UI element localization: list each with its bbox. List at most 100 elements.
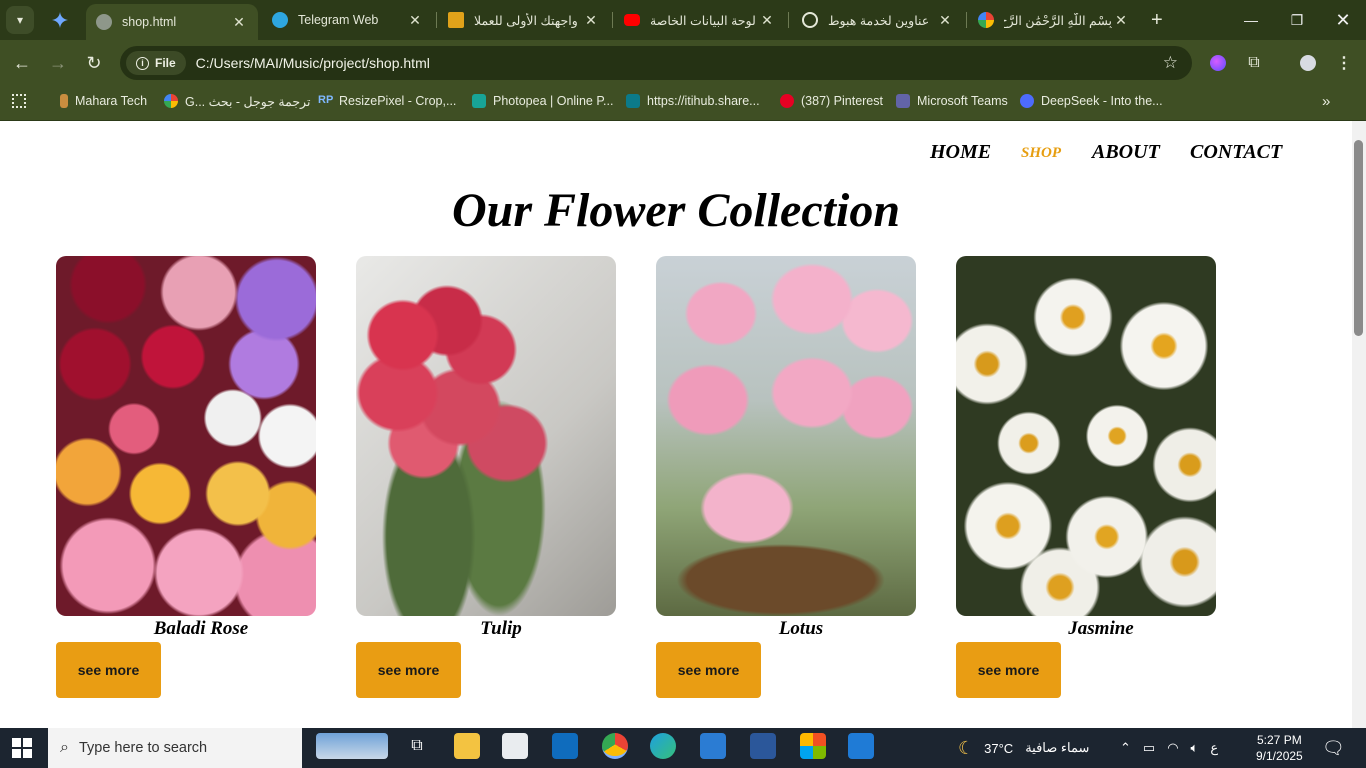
outlook-icon[interactable]: [552, 733, 578, 759]
bookmark-deepseek[interactable]: DeepSeek - Into the...: [1020, 92, 1163, 110]
edge-icon[interactable]: [650, 733, 676, 759]
nav-about-link[interactable]: ABOUT: [1092, 141, 1160, 164]
product-name: Jasmine: [1068, 618, 1134, 639]
video-editor-icon[interactable]: [848, 733, 874, 759]
product-name: Lotus: [778, 618, 824, 639]
clock[interactable]: 5:27 PM 9/1/2025: [1256, 728, 1303, 768]
google-icon: [978, 12, 994, 28]
chrome-icon[interactable]: [602, 733, 628, 759]
site-nav: HOME: [930, 141, 991, 164]
tab-fiverr[interactable]: واجهتك الأولى للعملا ✕: [438, 0, 610, 40]
globe-icon: [96, 14, 112, 30]
system-tray: ⌃ ▭ ◠ 🔈︎ ع: [1120, 728, 1218, 768]
scrollbar-thumb[interactable]: [1354, 140, 1363, 336]
search-icon: ⌕: [60, 739, 69, 756]
minimize-button[interactable]: —: [1228, 0, 1274, 40]
close-tab-icon[interactable]: ✕: [582, 12, 600, 29]
product-card: Jasmine see more: [956, 256, 1216, 698]
tab-separator: [612, 12, 613, 28]
mahara-icon: [60, 94, 68, 108]
site-nav-contact: CONTACT: [1190, 141, 1282, 164]
more-bookmarks-icon[interactable]: »: [1322, 92, 1330, 110]
telegram-icon: [272, 12, 288, 28]
profile-avatar[interactable]: [1297, 52, 1319, 74]
bookmark-star-icon[interactable]: ☆: [1163, 53, 1178, 73]
language-indicator[interactable]: ع: [1210, 740, 1218, 756]
weather-widget[interactable]: ☾ 37°C سماء صافية: [958, 728, 1089, 768]
site-info-chip[interactable]: i File: [126, 51, 186, 75]
close-tab-icon[interactable]: ✕: [758, 12, 776, 29]
forward-button[interactable]: →: [47, 52, 69, 74]
address-bar[interactable]: i File C:/Users/MAI/Music/project/shop.h…: [120, 46, 1192, 80]
volume-icon[interactable]: 🔈︎: [1191, 740, 1199, 756]
tab-title: لوحة البيانات الخاصة: [650, 13, 756, 28]
url-text[interactable]: C:/Users/MAI/Music/project/shop.html: [196, 55, 430, 71]
bookmark-teams[interactable]: Microsoft Teams: [896, 92, 1008, 110]
extensions-puzzle-icon[interactable]: ⧉: [1243, 52, 1265, 74]
notification-icon[interactable]: 🗨︎: [1322, 728, 1345, 768]
file-explorer-icon[interactable]: [454, 733, 480, 759]
taskbar-search[interactable]: ⌕ Type here to search: [48, 728, 302, 768]
bookmark-google-translate[interactable]: G... ترجمة جوجل - بحث: [164, 92, 310, 110]
bookmark-photopea[interactable]: Photopea | Online P...: [472, 92, 613, 110]
tab-title: عناوين لخدمة هبوط: [828, 13, 930, 28]
tab-telegram[interactable]: Telegram Web ✕: [262, 0, 434, 40]
web-page: HOME SHOP ABOUT CONTACT Our Flower Colle…: [0, 121, 1352, 728]
word-icon[interactable]: [750, 733, 776, 759]
wifi-icon[interactable]: ◠: [1167, 740, 1178, 756]
see-more-button[interactable]: see more: [656, 642, 761, 698]
product-card: Baladi Rose see more: [56, 256, 316, 698]
tab-shop-html[interactable]: shop.html ✕: [86, 4, 258, 40]
close-tab-icon[interactable]: ✕: [230, 14, 248, 31]
extension-brain-icon[interactable]: [1207, 52, 1229, 74]
apps-grid-icon[interactable]: [12, 92, 26, 110]
chevron-up-icon[interactable]: ⌃: [1120, 740, 1131, 756]
reload-button[interactable]: ↻: [83, 52, 105, 74]
vscode-icon[interactable]: [700, 733, 726, 759]
windows-start-icon[interactable]: [12, 738, 32, 758]
bookmark-label: DeepSeek - Into the...: [1041, 94, 1163, 108]
teams-icon: [896, 94, 910, 108]
battery-icon[interactable]: ▭: [1143, 740, 1155, 756]
site-nav-about: ABOUT: [1092, 141, 1160, 164]
bookmark-mahara[interactable]: Mahara Tech: [60, 92, 147, 110]
sharepoint-icon: [626, 94, 640, 108]
close-window-button[interactable]: ✕: [1320, 0, 1366, 40]
menu-kebab-icon[interactable]: ⋮: [1333, 52, 1355, 74]
product-name: Baladi Rose: [153, 618, 249, 639]
weather-text: سماء صافية: [1025, 740, 1090, 755]
close-tab-icon[interactable]: ✕: [1112, 12, 1130, 29]
page-title: Our Flower Collection: [451, 184, 901, 237]
close-tab-icon[interactable]: ✕: [406, 12, 424, 29]
task-view-icon[interactable]: ⧉: [404, 733, 430, 759]
bookmark-sharepoint[interactable]: https://itihub.share...: [626, 92, 760, 110]
tab-youtube[interactable]: لوحة البيانات الخاصة ✕: [614, 0, 786, 40]
bookmark-resizepixel[interactable]: RP ResizePixel - Crop,...: [318, 92, 456, 110]
bookmark-label: https://itihub.share...: [647, 94, 760, 108]
five-icon: [448, 12, 464, 28]
see-more-button[interactable]: see more: [56, 642, 161, 698]
tab-title: Telegram Web: [298, 13, 379, 27]
nav-contact-link[interactable]: CONTACT: [1190, 141, 1282, 164]
google-icon: [164, 94, 178, 108]
tab-google[interactable]: بِسْمِ اللَّهِ الرَّحْمَٰنِ الرَّحِ ✕: [968, 0, 1140, 40]
nav-home-link[interactable]: HOME: [930, 141, 991, 164]
microsoft-store-icon[interactable]: [502, 733, 528, 759]
see-more-button[interactable]: see more: [956, 642, 1061, 698]
gemini-icon[interactable]: [46, 6, 74, 34]
tab-chatgpt[interactable]: عناوين لخدمة هبوط ✕: [792, 0, 964, 40]
nav-shop-link[interactable]: SHOP: [1021, 145, 1061, 162]
back-button[interactable]: ←: [11, 52, 33, 74]
restore-button[interactable]: ❐: [1274, 0, 1320, 40]
new-tab-button[interactable]: +: [1151, 10, 1163, 30]
deepseek-icon: [1020, 94, 1034, 108]
product-name: Tulip: [480, 618, 522, 639]
search-highlight-icon[interactable]: [316, 733, 388, 759]
tab-separator: [788, 12, 789, 28]
close-tab-icon[interactable]: ✕: [936, 12, 954, 29]
tab-search-button[interactable]: ▾: [6, 6, 34, 34]
lotus-photo: [656, 256, 916, 616]
office-icon[interactable]: [800, 733, 826, 759]
bookmark-pinterest[interactable]: (387) Pinterest: [780, 92, 883, 110]
see-more-button[interactable]: see more: [356, 642, 461, 698]
